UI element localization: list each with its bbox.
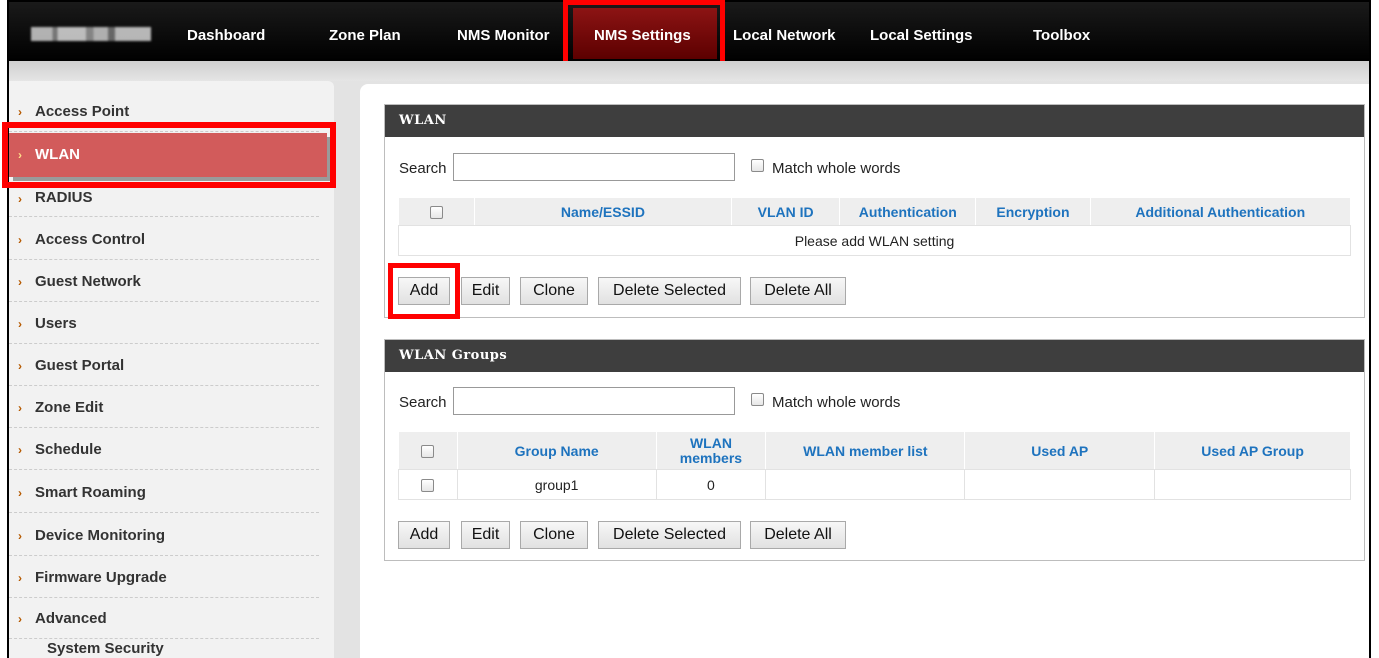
highlight-box-wlan	[2, 122, 336, 188]
row-checkbox[interactable]	[421, 479, 435, 493]
sidebar-item-guest-portal[interactable]: › Guest Portal	[9, 344, 319, 386]
nav-nms-monitor[interactable]: NMS Monitor	[457, 27, 549, 44]
delete-selected-group-button[interactable]: Delete Selected	[598, 521, 741, 549]
chevron-right-icon: ›	[18, 401, 22, 415]
empty-message: Please add WLAN setting	[398, 225, 1351, 256]
wlan-groups-table: Group Name WLAN members WLAN member list…	[398, 431, 1351, 500]
sidebar-item-label: Users	[35, 315, 77, 332]
select-all-checkbox[interactable]	[421, 445, 435, 459]
column-header: Authentication	[839, 197, 977, 226]
column-header: WLAN member list	[765, 431, 966, 470]
table-header-row: Name/ESSID VLAN ID Authentication Encryp…	[398, 197, 1351, 226]
chevron-right-icon: ›	[18, 571, 22, 585]
used-ap-cell	[964, 469, 1156, 500]
members-cell: 0	[655, 469, 767, 500]
sidebar-item-users[interactable]: › Users	[9, 302, 319, 344]
search-label: Search	[399, 160, 447, 177]
table-row: Please add WLAN setting	[398, 225, 1351, 256]
wlan-panel: WLAN Search Match whole words Name/ESSID…	[384, 104, 1365, 318]
nav-zone-plan[interactable]: Zone Plan	[329, 27, 401, 44]
select-all-checkbox[interactable]	[429, 206, 443, 220]
sidebar-item-label: Smart Roaming	[35, 484, 146, 501]
edit-wlan-button[interactable]: Edit	[461, 277, 510, 305]
table-header-row: Group Name WLAN members WLAN member list…	[398, 431, 1351, 470]
sidebar-item-label: Advanced	[35, 610, 107, 627]
sidebar-subitem-system-security[interactable]: System Security	[47, 640, 164, 657]
sidebar-item-label: Firmware Upgrade	[35, 569, 167, 586]
row-select-cell	[398, 469, 458, 500]
nav-local-settings[interactable]: Local Settings	[870, 27, 973, 44]
sidebar-item-label: Schedule	[35, 441, 102, 458]
sidebar-item-smart-roaming[interactable]: › Smart Roaming	[9, 471, 319, 513]
column-header: Name/ESSID	[473, 197, 733, 226]
panel-title: WLAN Groups	[385, 340, 1364, 372]
match-whole-words-label: Match whole words	[772, 160, 901, 177]
sidebar-item-label: Zone Edit	[35, 399, 104, 416]
sub-header-bar	[9, 61, 1369, 81]
sidebar-item-device-monitoring[interactable]: › Device Monitoring	[9, 514, 319, 556]
chevron-right-icon: ›	[18, 612, 22, 626]
sidebar-item-label: Guest Portal	[35, 357, 125, 374]
member-list-cell	[765, 469, 966, 500]
clone-wlan-button[interactable]: Clone	[520, 277, 588, 305]
nav-local-network[interactable]: Local Network	[733, 27, 836, 44]
chevron-right-icon: ›	[18, 529, 22, 543]
table-row[interactable]: group1 0	[398, 469, 1351, 500]
column-header: VLAN ID	[731, 197, 841, 226]
chevron-right-icon: ›	[18, 192, 22, 206]
wlan-table: Name/ESSID VLAN ID Authentication Encryp…	[398, 197, 1351, 256]
match-whole-words-checkbox[interactable]	[751, 159, 764, 172]
group-name-cell: group1	[456, 469, 657, 500]
nav-dashboard[interactable]: Dashboard	[187, 27, 265, 44]
chevron-right-icon: ›	[18, 233, 22, 247]
clone-group-button[interactable]: Clone	[520, 521, 588, 549]
chevron-right-icon: ›	[18, 317, 22, 331]
column-header: Used AP Group	[1154, 431, 1351, 470]
sidebar-item-label: RADIUS	[35, 189, 93, 206]
chevron-right-icon: ›	[18, 359, 22, 373]
edit-group-button[interactable]: Edit	[461, 521, 510, 549]
sidebar-item-label: Guest Network	[35, 273, 141, 290]
nav-toolbox[interactable]: Toolbox	[1033, 27, 1090, 44]
panel-title: WLAN	[385, 105, 1364, 137]
chevron-right-icon: ›	[18, 105, 22, 119]
chevron-right-icon: ›	[18, 275, 22, 289]
match-whole-words-label: Match whole words	[772, 394, 901, 411]
highlight-box-add	[388, 263, 460, 319]
match-whole-words-checkbox[interactable]	[751, 393, 764, 406]
sidebar-item-label: Access Control	[35, 231, 146, 248]
delete-all-group-button[interactable]: Delete All	[750, 521, 846, 549]
sidebar-item-guest-network[interactable]: › Guest Network	[9, 260, 319, 302]
sidebar-item-label: Device Monitoring	[35, 527, 166, 544]
sidebar-item-firmware-upgrade[interactable]: › Firmware Upgrade	[9, 556, 319, 598]
wlan-groups-search-input[interactable]	[453, 387, 735, 415]
highlight-box-nms-settings	[563, 0, 725, 68]
select-all-column	[398, 197, 475, 226]
brand-logo	[31, 27, 151, 41]
column-header: Additional Authentication	[1089, 197, 1351, 226]
delete-selected-wlan-button[interactable]: Delete Selected	[598, 277, 741, 305]
column-header: Used AP	[964, 431, 1156, 470]
chevron-right-icon: ›	[18, 443, 22, 457]
sidebar-item-schedule[interactable]: › Schedule	[9, 428, 319, 470]
sidebar-item-advanced[interactable]: › Advanced	[9, 597, 319, 639]
delete-all-wlan-button[interactable]: Delete All	[750, 277, 846, 305]
used-ap-group-cell	[1154, 469, 1351, 500]
column-header: WLAN members	[655, 431, 767, 470]
wlan-groups-panel: WLAN Groups Search Match whole words Gro…	[384, 339, 1365, 561]
chevron-right-icon: ›	[18, 486, 22, 500]
sidebar-item-zone-edit[interactable]: › Zone Edit	[9, 386, 319, 428]
column-header: Group Name	[456, 431, 657, 470]
wlan-search-input[interactable]	[453, 153, 735, 181]
sidebar-item-label: Access Point	[35, 103, 130, 120]
select-all-column	[398, 431, 458, 470]
search-label: Search	[399, 394, 447, 411]
sidebar-item-access-control[interactable]: › Access Control	[9, 218, 319, 260]
column-header: Encryption	[975, 197, 1091, 226]
add-group-button[interactable]: Add	[398, 521, 450, 549]
